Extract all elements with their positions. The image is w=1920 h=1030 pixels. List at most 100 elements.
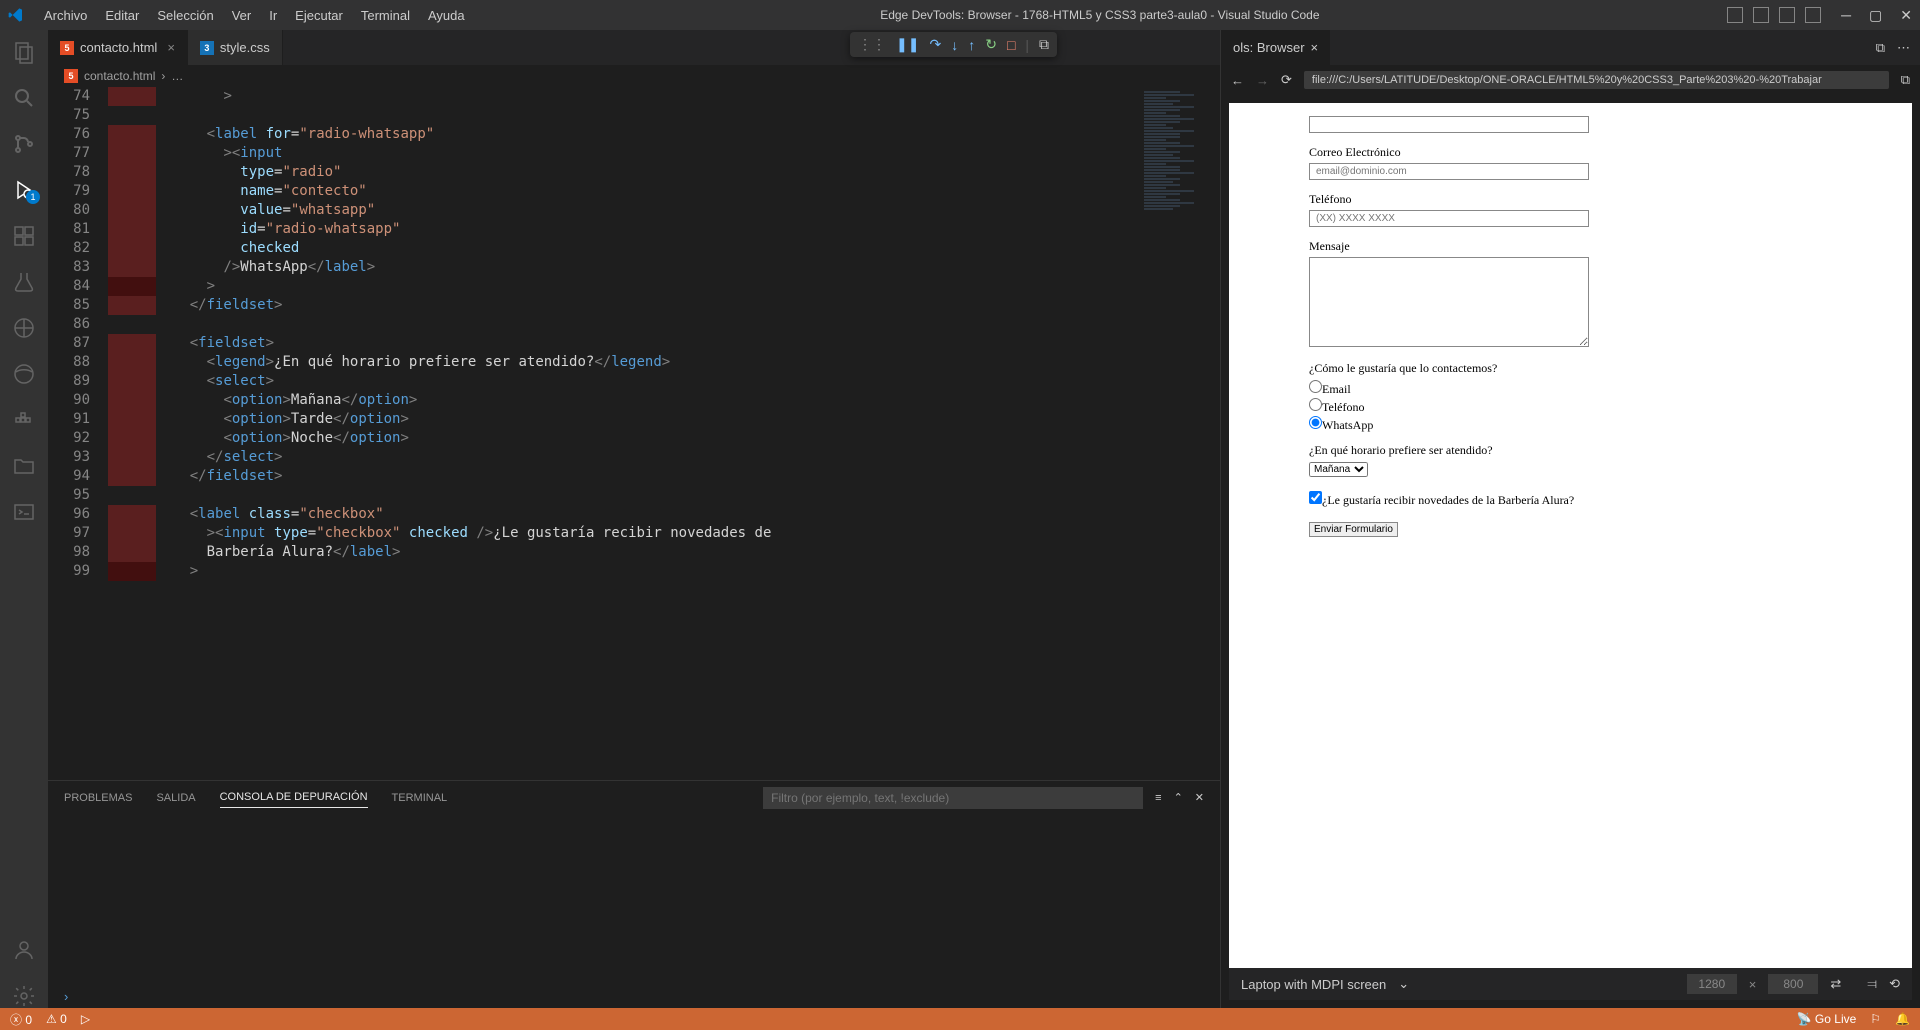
collapse-icon[interactable]: ⌃ [1174,791,1183,804]
layout-right-icon[interactable] [1779,7,1795,23]
panel-tab-problems[interactable]: PROBLEMAS [64,788,132,808]
titlebar: Archivo Editar Selección Ver Ir Ejecutar… [0,0,1920,30]
schedule-select[interactable]: Mañana [1309,462,1368,477]
tab-style[interactable]: 3 style.css [188,30,283,65]
filter-input[interactable] [763,787,1143,809]
explorer-icon[interactable] [12,40,36,64]
folder-icon[interactable] [12,454,36,478]
restart-icon[interactable]: ↻ [985,36,997,53]
step-over-icon[interactable]: ↷ [929,36,941,53]
debug-toolbar[interactable]: ⋮⋮ ❚❚ ↷ ↓ ↑ ↻ □ | ⧉ [850,32,1057,57]
testing-icon[interactable] [12,270,36,294]
panel-tab-debug-console[interactable]: CONSOLA DE DEPURACIÓN [220,787,368,808]
pause-icon[interactable]: ❚❚ [896,36,919,53]
panel-tab-output[interactable]: SALIDA [156,788,195,808]
news-label: ¿Le gustaría recibir novedades de la Bar… [1322,493,1574,507]
menu-view[interactable]: Ver [224,4,260,27]
feedback-icon[interactable]: ⚐ [1870,1012,1881,1026]
screencast-icon[interactable]: ⧉ [1039,36,1049,53]
menu-selection[interactable]: Selección [149,4,221,27]
browser-tab[interactable]: ols: Browser × [1221,30,1330,65]
account-icon[interactable] [12,938,36,962]
close-tab-icon[interactable]: × [167,40,175,55]
more-icon[interactable]: ⋯ [1897,40,1910,56]
status-errors[interactable]: ⓧ 0 [10,1011,32,1028]
radio-tel[interactable] [1309,398,1322,411]
url-bar[interactable]: file:///C:/Users/LATITUDE/Desktop/ONE-OR… [1304,71,1889,89]
browser-nav: ← → ⟳ file:///C:/Users/LATITUDE/Desktop/… [1221,65,1920,95]
menu-help[interactable]: Ayuda [420,4,473,27]
filter-settings-icon[interactable]: ≡ [1155,792,1161,804]
bell-icon[interactable]: 🔔 [1895,1012,1910,1026]
diff-gutter [108,87,156,780]
docker-icon[interactable] [12,408,36,432]
code-content[interactable]: > <label for="radio-whatsapp" ><input ty… [156,87,1140,780]
dimension-x: × [1749,977,1757,992]
editor-body[interactable]: 7475767778798081828384858687888990919293… [48,87,1220,780]
source-control-icon[interactable] [12,132,36,156]
settings-gear-icon[interactable] [12,984,36,1008]
device-name[interactable]: Laptop with MDPI screen [1241,977,1386,992]
live-share-icon[interactable] [12,316,36,340]
news-checkbox[interactable] [1309,491,1322,504]
search-icon[interactable] [12,86,36,110]
stop-icon[interactable]: □ [1007,37,1015,53]
step-into-icon[interactable]: ↓ [951,37,958,53]
msg-field[interactable] [1309,257,1589,347]
maximize-icon[interactable]: ▢ [1869,7,1882,24]
height-input[interactable] [1768,974,1818,994]
layout-left-icon[interactable] [1727,7,1743,23]
status-debug-icon[interactable]: ▷ [81,1012,90,1026]
minimap[interactable] [1140,87,1220,780]
devtools-icon[interactable]: ⧉ [1901,72,1910,88]
close-panel-icon[interactable]: ✕ [1195,791,1204,804]
back-icon[interactable]: ← [1231,73,1244,88]
radio-email[interactable] [1309,380,1322,393]
status-warnings[interactable]: ⚠ 0 [46,1012,67,1026]
menu-terminal[interactable]: Terminal [353,4,418,27]
msg-label: Mensaje [1309,239,1832,254]
extensions-icon[interactable] [12,224,36,248]
forward-icon[interactable]: → [1256,73,1269,88]
close-window-icon[interactable]: ✕ [1900,7,1912,24]
submit-button[interactable]: Enviar Formulario [1309,522,1398,537]
terminal-icon[interactable] [12,500,36,524]
tab-contacto[interactable]: 5 contacto.html × [48,30,188,65]
breadcrumb[interactable]: 5 contacto.html › … [48,65,1220,87]
step-out-icon[interactable]: ↑ [968,37,975,53]
width-input[interactable] [1687,974,1737,994]
editor-area: 5 contacto.html × 3 style.css 5 contacto… [48,30,1220,1008]
edge-tools-icon[interactable] [12,362,36,386]
drag-handle-icon[interactable]: ⋮⋮ [858,36,886,53]
rendered-page[interactable]: Correo Electrónico Teléfono Mensaje ¿Cóm… [1229,103,1912,968]
email-field[interactable] [1309,163,1589,180]
minimize-icon[interactable]: ─ [1841,7,1851,23]
close-tab-icon[interactable]: × [1311,40,1319,55]
inspect-icon[interactable]: ⫤ [1867,976,1877,992]
chevron-right-icon: › [161,69,165,83]
html-file-icon: 5 [64,69,78,83]
panel-tab-terminal[interactable]: TERMINAL [392,788,448,808]
window-controls: ─ ▢ ✕ [1841,7,1912,24]
name-field[interactable] [1309,116,1589,133]
panel-tabs: PROBLEMAS SALIDA CONSOLA DE DEPURACIÓN T… [48,781,1220,814]
swap-dimensions-icon[interactable]: ⇄ [1830,976,1841,992]
layout-bottom-icon[interactable] [1753,7,1769,23]
radio-whatsapp[interactable] [1309,416,1322,429]
rotate-icon[interactable]: ⟲ [1889,976,1900,992]
menu-file[interactable]: Archivo [36,4,95,27]
tel-field[interactable] [1309,210,1589,227]
layout-grid-icon[interactable] [1805,7,1821,23]
chevron-down-icon[interactable]: ⌄ [1398,976,1409,992]
go-live-button[interactable]: 📡 Go Live [1797,1012,1857,1026]
window-title: Edge DevTools: Browser - 1768-HTML5 y CS… [473,8,1727,22]
browser-pane: ols: Browser × ⧉ ⋯ ← → ⟳ file:///C:/User… [1220,30,1920,1008]
debug-console-body[interactable]: › [48,814,1220,1008]
reload-icon[interactable]: ⟳ [1281,72,1292,88]
menu-edit[interactable]: Editar [97,4,147,27]
tab-label: style.css [220,40,270,55]
open-external-icon[interactable]: ⧉ [1876,40,1885,56]
menu-go[interactable]: Ir [261,4,285,27]
run-debug-icon[interactable]: 1 [12,178,36,202]
menu-run[interactable]: Ejecutar [287,4,351,27]
